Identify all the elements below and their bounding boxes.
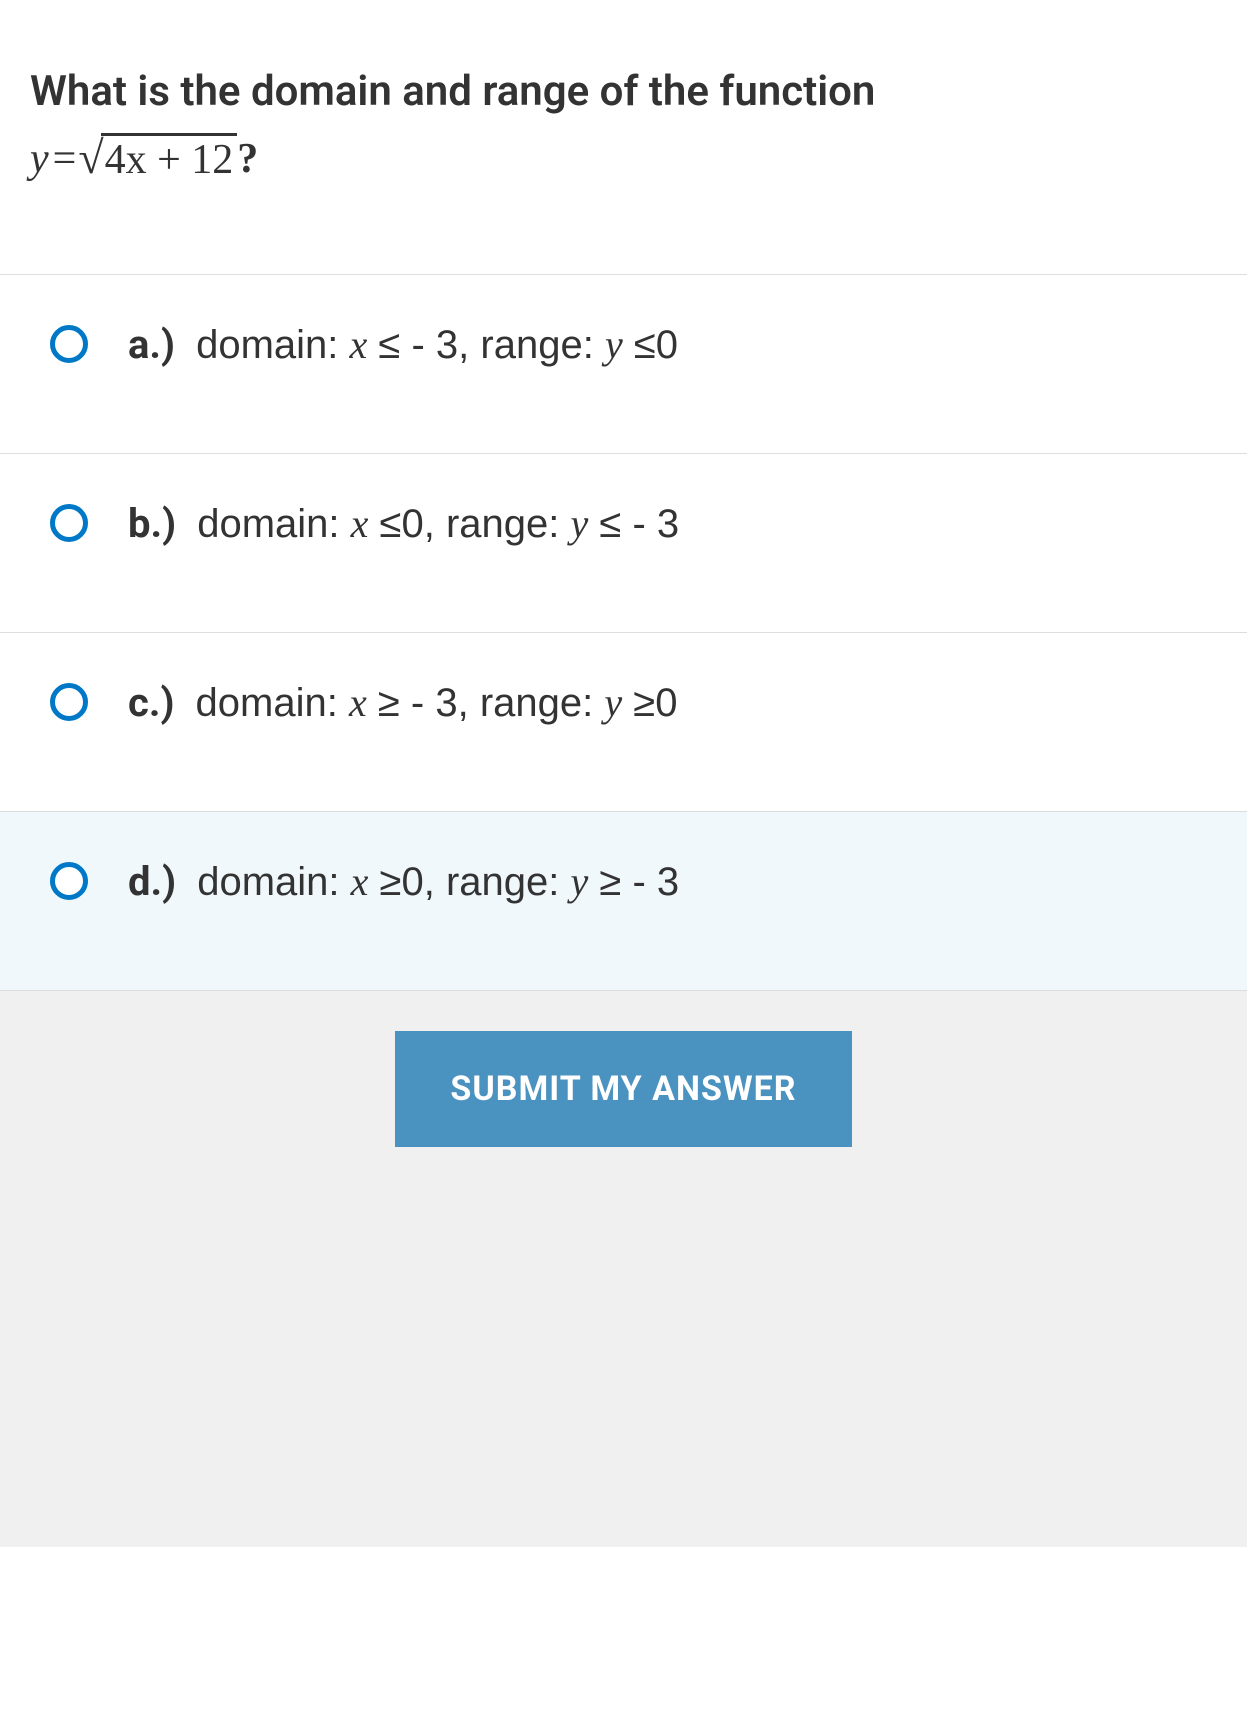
answer-label: d.) bbox=[128, 858, 176, 905]
answer-math: domain: x ≥0, range: y ≥ - 3 bbox=[186, 860, 679, 904]
question-area: What is the domain and range of the func… bbox=[0, 0, 1247, 274]
answer-text: a.) domain: x ≤ - 3, range: y ≤0 bbox=[128, 317, 678, 373]
radio-button[interactable] bbox=[50, 862, 88, 900]
radio-button[interactable] bbox=[50, 504, 88, 542]
submit-area: SUBMIT MY ANSWER bbox=[0, 991, 1247, 1547]
equation-qmark: ? bbox=[237, 135, 258, 183]
equation-equals: = bbox=[53, 135, 77, 183]
sqrt-icon: √ 4x + 12 bbox=[78, 133, 237, 184]
radicand: 4x + 12 bbox=[101, 133, 238, 184]
equation-y: y bbox=[30, 135, 51, 183]
radical-sign: √ bbox=[78, 135, 103, 186]
answer-math: domain: x ≤0, range: y ≤ - 3 bbox=[186, 502, 679, 546]
answer-label: b.) bbox=[128, 500, 176, 547]
answer-label: a.) bbox=[128, 321, 175, 368]
answer-option-b[interactable]: b.) domain: x ≤0, range: y ≤ - 3 bbox=[0, 454, 1247, 633]
submit-button[interactable]: SUBMIT MY ANSWER bbox=[395, 1031, 851, 1147]
answer-text: c.) domain: x ≥ - 3, range: y ≥0 bbox=[128, 675, 677, 731]
answer-option-c[interactable]: c.) domain: x ≥ - 3, range: y ≥0 bbox=[0, 633, 1247, 812]
answer-math: domain: x ≥ - 3, range: y ≥0 bbox=[184, 681, 677, 725]
question-prompt: What is the domain and range of the func… bbox=[30, 60, 1217, 123]
answer-option-a[interactable]: a.) domain: x ≤ - 3, range: y ≤0 bbox=[0, 275, 1247, 454]
answer-text: d.) domain: x ≥0, range: y ≥ - 3 bbox=[128, 854, 679, 910]
answer-math: domain: x ≤ - 3, range: y ≤0 bbox=[185, 323, 678, 367]
radio-button[interactable] bbox=[50, 325, 88, 363]
answer-text: b.) domain: x ≤0, range: y ≤ - 3 bbox=[128, 496, 679, 552]
answer-option-d[interactable]: d.) domain: x ≥0, range: y ≥ - 3 bbox=[0, 812, 1247, 991]
radio-button[interactable] bbox=[50, 683, 88, 721]
answers-list: a.) domain: x ≤ - 3, range: y ≤0 b.) dom… bbox=[0, 274, 1247, 991]
question-equation: y = √ 4x + 12 ? bbox=[30, 133, 1217, 184]
answer-label: c.) bbox=[128, 679, 174, 726]
